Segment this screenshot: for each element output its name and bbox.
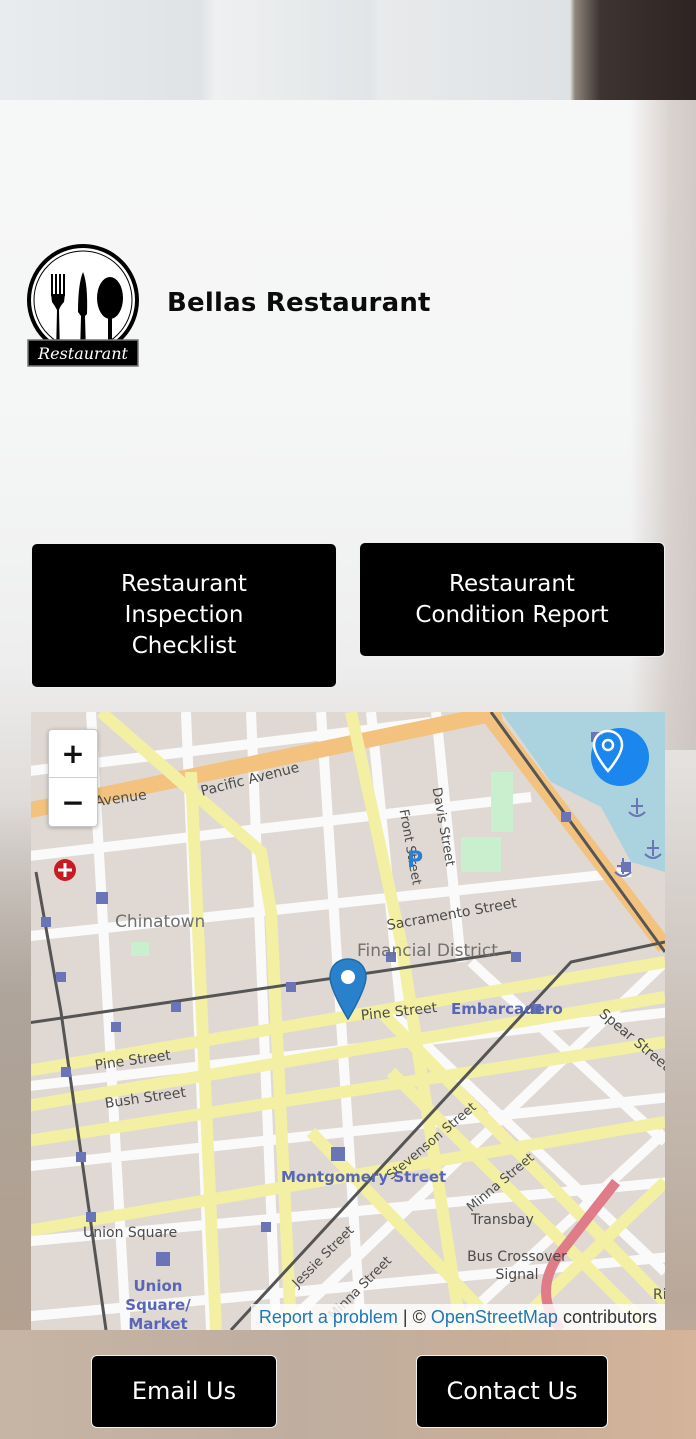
map-attribution: Report a problem | © OpenStreetMap contr… xyxy=(250,1304,665,1330)
map-label: Transbay xyxy=(471,1212,534,1228)
contact-us-label: Contact Us xyxy=(446,1377,578,1405)
button-label-line: Inspection xyxy=(124,602,244,628)
contact-us-button[interactable]: Contact Us xyxy=(416,1355,608,1428)
zoom-control: + − xyxy=(48,729,98,827)
email-us-button[interactable]: Email Us xyxy=(91,1355,277,1428)
email-us-label: Email Us xyxy=(131,1377,237,1405)
zoom-in-button[interactable]: + xyxy=(49,730,97,778)
background-photo-top xyxy=(0,0,696,100)
map-pin-icon xyxy=(592,729,624,773)
attribution-suffix: contributors xyxy=(557,1307,657,1327)
attribution-separator: | © xyxy=(397,1307,431,1327)
map-label: Rinco xyxy=(653,1287,665,1303)
map-label: Union Square/ Market xyxy=(125,1277,191,1330)
map-label: Embarcadero xyxy=(451,1000,563,1018)
brand-name: Bellas Restaurant xyxy=(167,288,431,318)
restaurant-logo: Restaurant xyxy=(26,244,140,370)
button-label-line: Restaurant xyxy=(121,571,247,597)
openstreetmap-link[interactable]: OpenStreetMap xyxy=(431,1307,558,1327)
map-label: Chinatown xyxy=(115,912,206,932)
map-label: Bus Crossover Signal xyxy=(467,1249,567,1283)
parking-icon: P xyxy=(407,848,424,873)
button-label-line: Restaurant xyxy=(449,570,575,597)
report-problem-link[interactable]: Report a problem xyxy=(259,1307,398,1327)
svg-text:Restaurant: Restaurant xyxy=(37,344,128,363)
location-map[interactable]: c Avenue Pacific Avenue Front Street Dav… xyxy=(31,712,665,1330)
map-label: Financial District xyxy=(357,941,498,961)
map-marker-icon[interactable] xyxy=(329,958,367,1020)
zoom-out-button[interactable]: − xyxy=(49,778,97,826)
button-label-line: Condition Report xyxy=(415,601,609,628)
inspection-checklist-button[interactable]: Restaurant Inspection Checklist xyxy=(31,543,337,688)
map-label: Montgomery Street xyxy=(281,1168,447,1186)
locate-button[interactable] xyxy=(591,728,649,786)
map-label: Union Square xyxy=(83,1225,178,1241)
condition-report-button[interactable]: Restaurant Condition Report xyxy=(359,542,665,657)
button-label-line: Checklist xyxy=(131,633,237,659)
